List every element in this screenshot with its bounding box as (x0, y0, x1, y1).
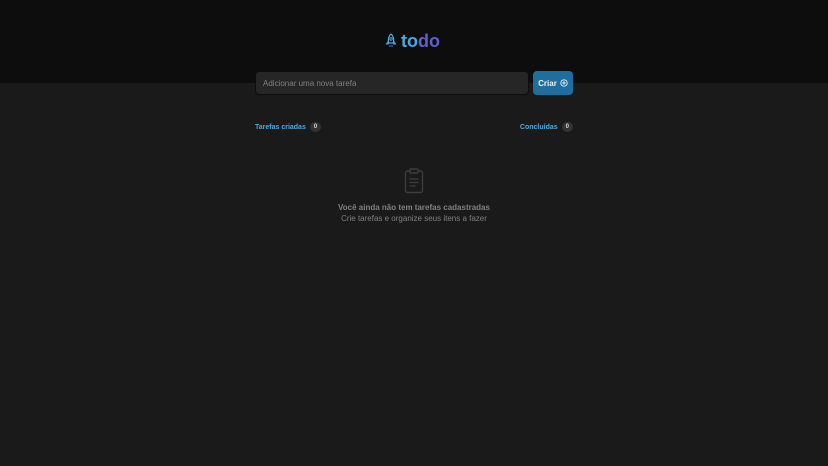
created-tasks-count: 0 (309, 122, 322, 132)
logo-text: todo (401, 30, 440, 52)
created-tasks-counter: Tarefas criadas 0 (255, 122, 322, 132)
done-tasks-label: Concluídas (519, 123, 558, 131)
new-task-form: Criar (255, 71, 573, 95)
empty-state-title: Você ainda não tem tarefas cadastradas (338, 203, 490, 212)
app-logo: todo (385, 30, 440, 52)
logo-text-do: do (418, 31, 440, 51)
empty-state: Você ainda não tem tarefas cadastradas C… (255, 168, 573, 224)
created-tasks-label: Tarefas criadas (255, 123, 306, 131)
empty-state-subtitle: Crie tarefas e organize seus itens a faz… (341, 214, 487, 223)
clipboard-icon (404, 168, 424, 194)
plus-circle-icon (560, 79, 568, 87)
done-tasks-count: 0 (561, 122, 573, 132)
task-counters: Tarefas criadas 0 Concluídas 0 (255, 122, 573, 132)
rocket-icon (385, 33, 397, 47)
logo-text-to: to (401, 31, 418, 51)
create-button-label: Criar (538, 78, 557, 88)
new-task-input[interactable] (255, 71, 529, 95)
create-task-button[interactable]: Criar (533, 71, 573, 95)
done-tasks-counter: Concluídas 0 (520, 122, 573, 132)
